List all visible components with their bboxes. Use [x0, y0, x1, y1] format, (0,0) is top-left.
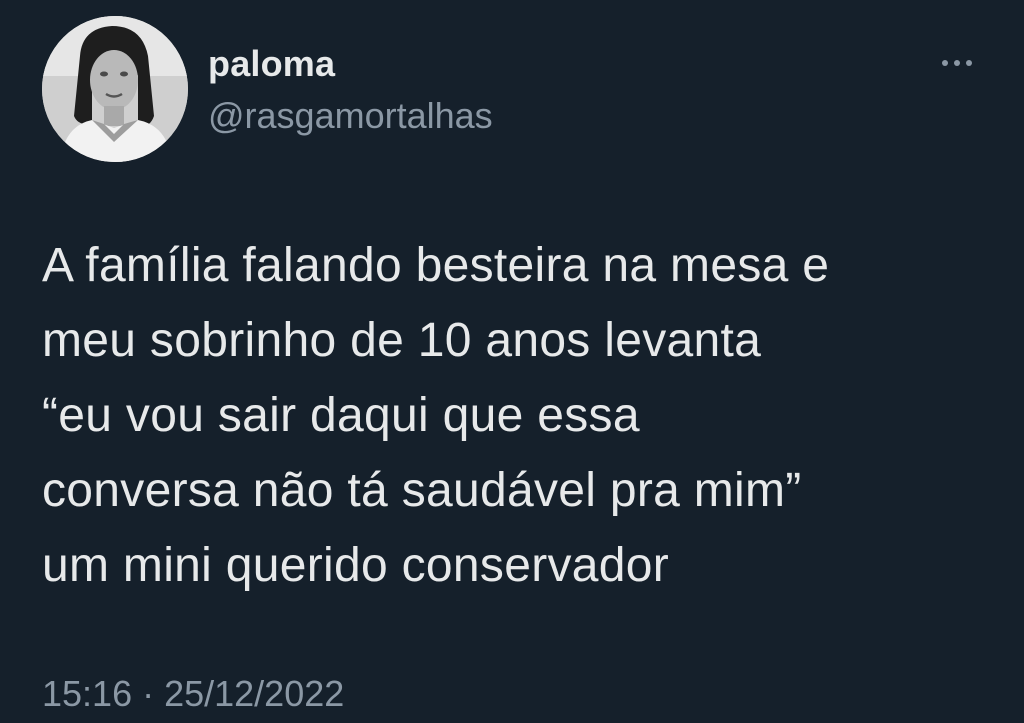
- tweet-date: 25/12/2022: [164, 673, 345, 714]
- tweet-text-line: A família falando besteira na mesa e: [42, 239, 830, 292]
- tweet-text: A família falando besteira na mesa e meu…: [42, 228, 1002, 603]
- profile-photo-icon: [42, 16, 188, 162]
- tweet-text-line: conversa não tá saudável pra mim”: [42, 464, 802, 517]
- tweet-text-line: meu sobrinho de 10 anos levanta: [42, 314, 762, 367]
- author-name[interactable]: paloma: [208, 40, 335, 88]
- tweet-text-line: “eu vou sair daqui que essa: [42, 389, 640, 442]
- more-options-icon[interactable]: [930, 48, 984, 78]
- tweet-text-line: um mini querido conservador: [42, 539, 670, 592]
- tweet-card: paloma @rasgamortalhas A família falando…: [0, 0, 1024, 723]
- dot: [966, 60, 972, 66]
- author-handle[interactable]: @rasgamortalhas: [208, 92, 493, 140]
- tweet-time: 15:16: [42, 673, 133, 714]
- tweet-timestamp[interactable]: 15:16 · 25/12/2022: [42, 670, 344, 718]
- avatar[interactable]: [42, 16, 188, 162]
- dot: [942, 60, 948, 66]
- dot: [954, 60, 960, 66]
- separator: ·: [142, 673, 155, 714]
